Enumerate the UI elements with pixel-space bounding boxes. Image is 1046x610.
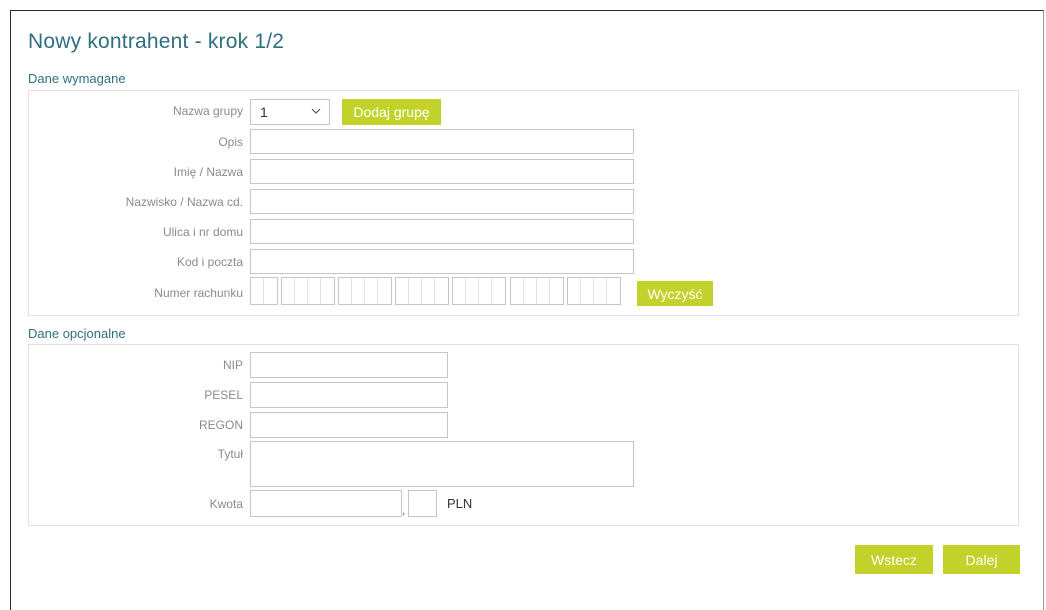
amount-integer-input[interactable]	[250, 490, 402, 517]
account-number-group-6[interactable]	[510, 277, 564, 305]
postal-input[interactable]	[250, 249, 634, 274]
add-group-button[interactable]: Dodaj grupę	[342, 99, 441, 125]
field-label-description: Opis	[218, 135, 243, 149]
page-title: Nowy kontrahent - krok 1/2	[28, 30, 285, 53]
description-input[interactable]	[250, 129, 634, 154]
required-section-heading: Dane wymagane	[28, 71, 126, 86]
regon-label: REGON	[198, 418, 243, 432]
title-label: Tytuł	[217, 447, 243, 461]
account-number-group-7[interactable]	[567, 277, 621, 305]
regon-input[interactable]	[250, 412, 448, 438]
clear-button[interactable]: Wyczyść	[637, 281, 713, 306]
group-name-value: 1	[260, 104, 268, 120]
optional-section-heading: Dane opcjonalne	[28, 326, 126, 341]
pesel-input[interactable]	[250, 382, 448, 408]
account-number-group-5[interactable]	[452, 277, 506, 305]
field-label-street: Ulica i nr domu	[162, 225, 243, 239]
field-label-last-name: Nazwisko / Nazwa cd.	[125, 195, 243, 209]
last-name-input[interactable]	[250, 189, 634, 214]
title-textarea[interactable]	[250, 441, 634, 487]
account-number-group-4[interactable]	[395, 277, 449, 305]
account-number-group-2[interactable]	[281, 277, 335, 305]
amount-separator: ,	[402, 503, 406, 517]
account-number-label: Numer rachunku	[154, 286, 243, 300]
first-name-input[interactable]	[250, 159, 634, 184]
account-number-group-3[interactable]	[338, 277, 392, 305]
nip-input[interactable]	[250, 352, 448, 378]
back-button[interactable]: Wstecz	[855, 545, 933, 574]
group-name-label: Nazwa grupy	[172, 104, 243, 118]
street-input[interactable]	[250, 219, 634, 244]
currency-label: PLN	[447, 496, 473, 511]
field-label-first-name: Imię / Nazwa	[173, 165, 243, 179]
amount-decimal-input[interactable]	[408, 490, 437, 517]
pesel-label: PESEL	[204, 388, 243, 402]
account-number-group-1[interactable]	[250, 277, 278, 305]
chevron-down-icon	[311, 108, 321, 114]
next-button[interactable]: Dalej	[943, 545, 1020, 574]
group-name-select[interactable]: 1	[250, 99, 330, 125]
amount-label: Kwota	[209, 497, 243, 511]
nip-label: NIP	[222, 358, 243, 372]
field-label-postal: Kod i poczta	[176, 255, 243, 269]
